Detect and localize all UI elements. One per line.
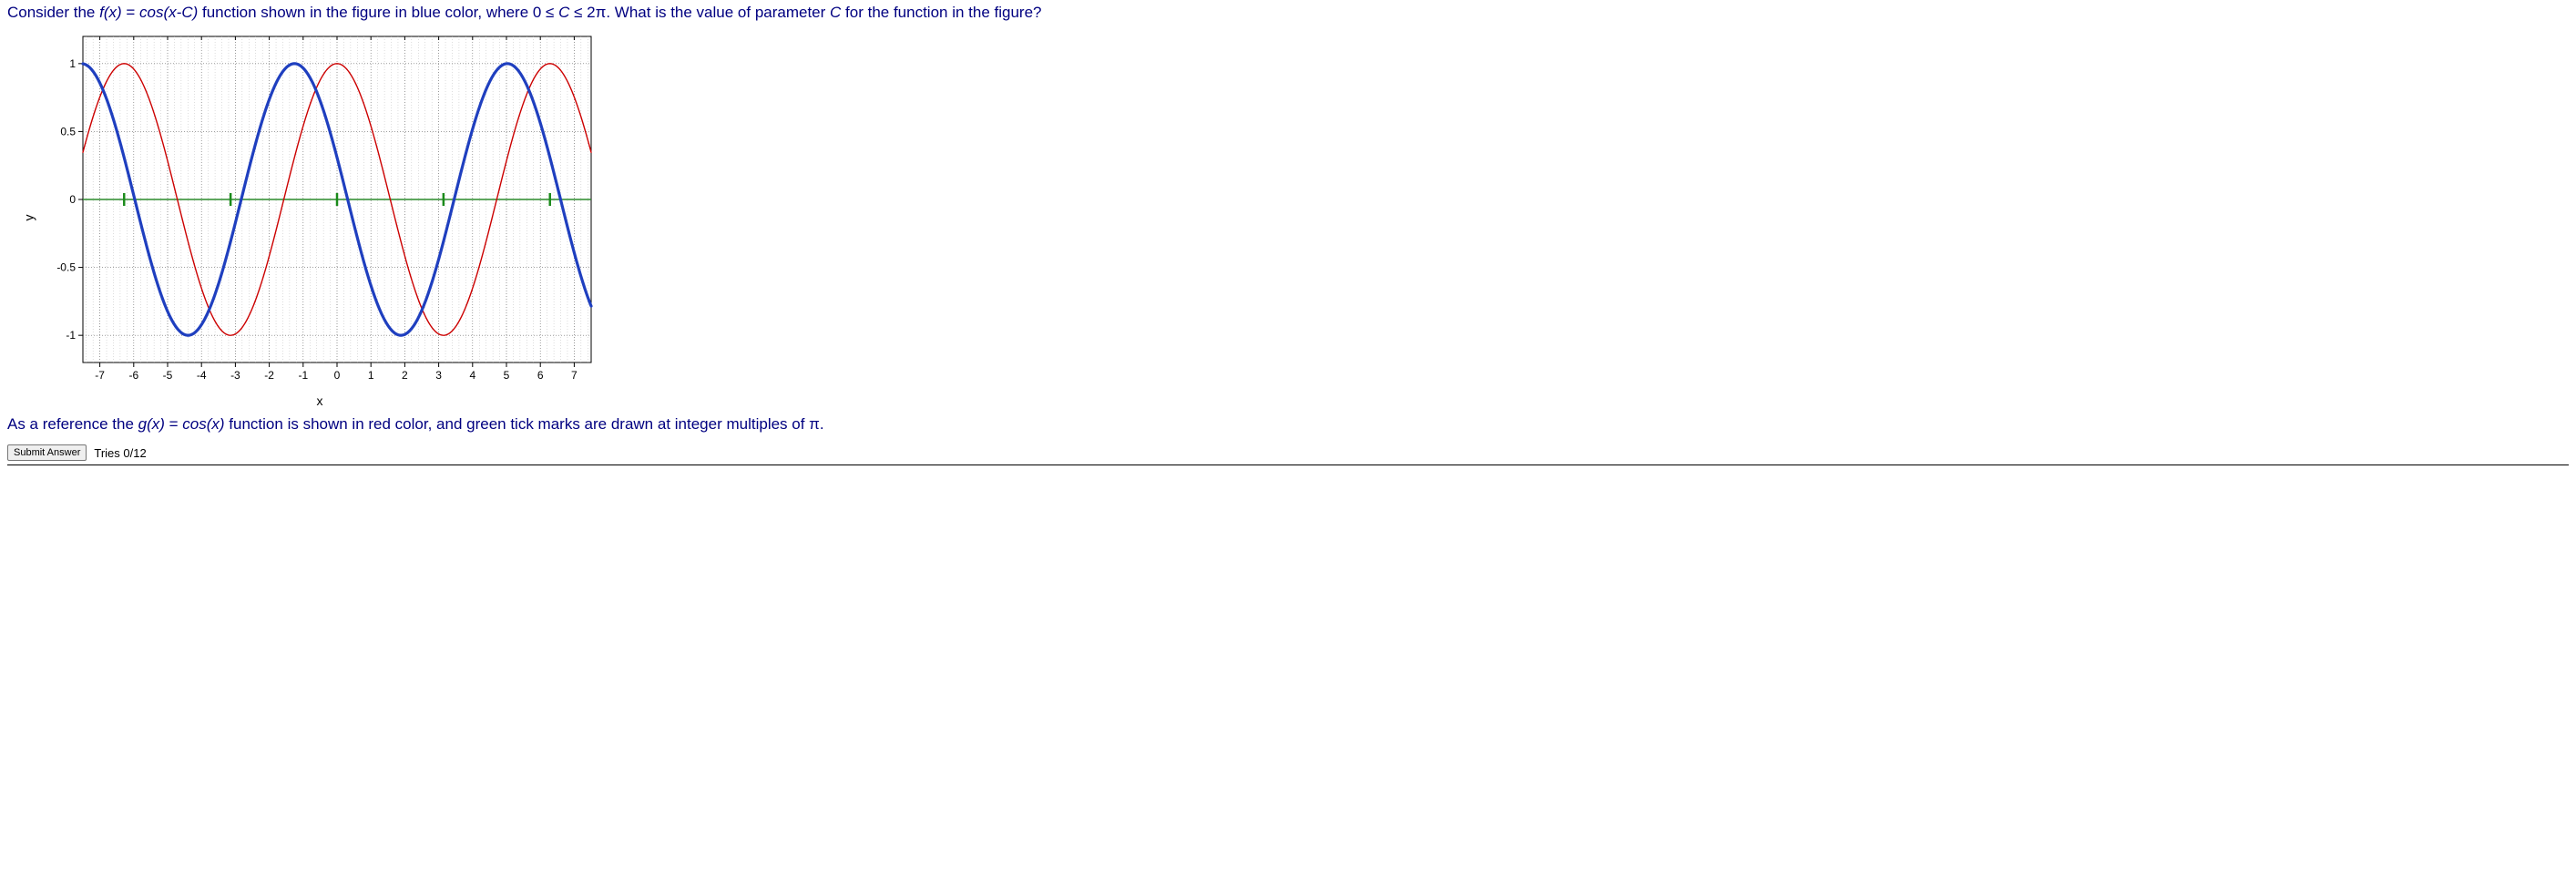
svg-text:2: 2 xyxy=(402,369,408,382)
q-fx: f(x) xyxy=(99,4,122,21)
q-C: C xyxy=(558,4,569,21)
svg-text:0: 0 xyxy=(334,369,341,382)
r-eq: = xyxy=(165,415,182,433)
tries-label: Tries 0/12 xyxy=(94,446,146,460)
svg-text:0: 0 xyxy=(69,193,76,206)
svg-text:-0.5: -0.5 xyxy=(56,261,76,274)
svg-text:5: 5 xyxy=(504,369,510,382)
svg-text:-4: -4 xyxy=(197,369,207,382)
submit-button[interactable]: Submit Answer xyxy=(7,444,87,461)
svg-text:0.5: 0.5 xyxy=(60,125,76,138)
r-suffix: function is shown in red color, and gree… xyxy=(225,415,824,433)
svg-text:4: 4 xyxy=(469,369,475,382)
svg-text:-1: -1 xyxy=(66,329,76,342)
svg-text:1: 1 xyxy=(69,57,76,70)
svg-text:-7: -7 xyxy=(95,369,105,382)
svg-text:6: 6 xyxy=(537,369,544,382)
q-mid: function shown in the figure in blue col… xyxy=(198,4,558,21)
reference-text: As a reference the g(x) = cos(x) functio… xyxy=(7,415,2569,434)
chart-plot: -7 -6 -5 -4 -3 -2 -1 0 1 2 3 4 5 6 7 -1 -0.5 0 0.5 1 xyxy=(37,27,602,392)
svg-text:3: 3 xyxy=(435,369,442,382)
chart-inner: -7 -6 -5 -4 -3 -2 -1 0 1 2 3 4 5 6 7 -1 -0.5 0 0.5 1 x xyxy=(37,27,602,408)
x-axis-label: x xyxy=(317,393,323,408)
q-range: ≤ 2π. What is the value of parameter xyxy=(569,4,830,21)
svg-text:-3: -3 xyxy=(230,369,240,382)
chart-container: y -7-6-5-4-3-2-101234567-1-0.500.51 x xyxy=(26,27,2569,408)
question-text: Consider the f(x) = cos(x-C) function sh… xyxy=(7,4,2569,22)
q-C2: C xyxy=(830,4,841,21)
svg-text:-5: -5 xyxy=(163,369,173,382)
svg-text:-2: -2 xyxy=(264,369,274,382)
r-prefix: As a reference the xyxy=(7,415,138,433)
svg-text:1: 1 xyxy=(368,369,374,382)
q-prefix: Consider the xyxy=(7,4,99,21)
r-cos: cos(x) xyxy=(182,415,224,433)
submit-row: Submit Answer Tries 0/12 xyxy=(7,444,2569,465)
q-cos: cos(x-C) xyxy=(139,4,198,21)
r-gx: g(x) xyxy=(138,415,165,433)
svg-text:7: 7 xyxy=(571,369,578,382)
svg-text:-1: -1 xyxy=(298,369,308,382)
q-eq: = xyxy=(122,4,139,21)
y-axis-label: y xyxy=(22,215,36,221)
q-suffix: for the function in the figure? xyxy=(841,4,1041,21)
svg-text:-6: -6 xyxy=(128,369,138,382)
